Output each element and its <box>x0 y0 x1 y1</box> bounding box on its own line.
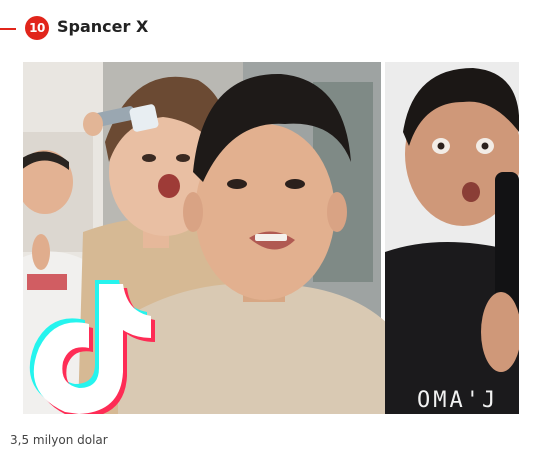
entry-caption: 3,5 milyon dolar <box>10 433 108 447</box>
entry-heading: 10 Spancer X <box>0 14 543 44</box>
entry-photo: OMA'J <box>23 62 519 414</box>
heading-accent-line <box>0 28 16 30</box>
entry-title: Spancer X <box>57 17 149 36</box>
shirt-text: OMA'J <box>417 388 498 413</box>
rank-badge: 10 <box>25 16 49 40</box>
